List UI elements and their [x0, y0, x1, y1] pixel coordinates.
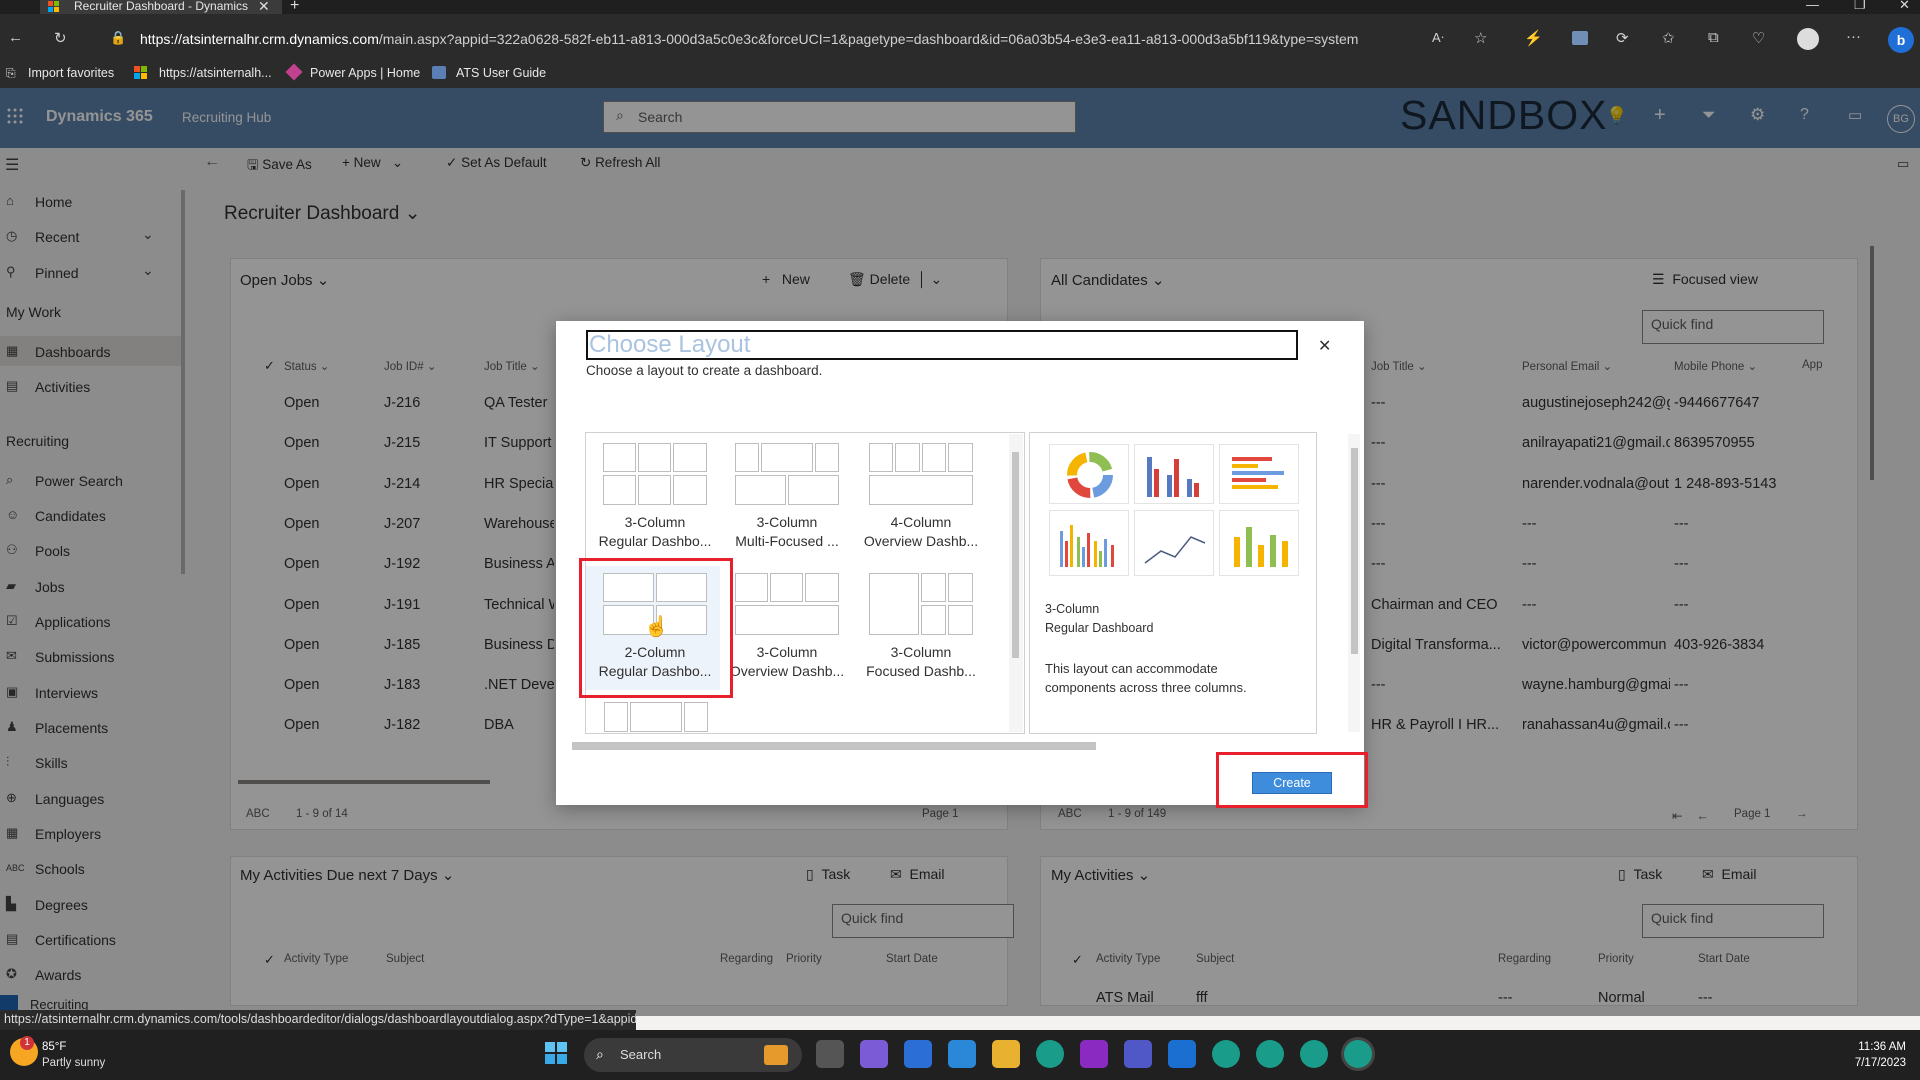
layout-3col-multi-focused[interactable]: 3-Column Multi-Focused ...	[722, 443, 852, 551]
start-icon[interactable]	[545, 1042, 567, 1064]
dialog-hscroll[interactable]	[572, 740, 1342, 752]
layout-thumb	[869, 443, 973, 505]
status-url: https://atsinternalhr.crm.dynamics.com/t…	[0, 1010, 636, 1030]
layout-label-2: Overview Dashb...	[729, 663, 845, 679]
layout-next-row-partial[interactable]	[604, 702, 708, 732]
weather-desc[interactable]: Partly sunny	[42, 1057, 105, 1069]
guide-icon	[432, 66, 446, 79]
preview-donut-chart-icon	[1049, 444, 1129, 504]
extension-icon[interactable]: ⚡	[1524, 29, 1543, 47]
layout-thumb	[735, 443, 839, 505]
url-field[interactable]: https://atsinternalhr.crm.dynamics.com/m…	[140, 31, 1400, 47]
layout-label-2: Multi-Focused ...	[735, 533, 839, 549]
browser-tab[interactable]: Recruiter Dashboard - Dynamics	[40, 0, 282, 14]
profile-avatar[interactable]	[1797, 28, 1819, 50]
weather-temp[interactable]: 85°F	[42, 1041, 66, 1053]
preview-vscroll-thumb[interactable]	[1351, 448, 1358, 654]
layout-label-1: 4-Column	[890, 514, 952, 530]
edge-active-icon[interactable]	[1344, 1040, 1372, 1068]
layout-label-2: Focused Dashb...	[866, 663, 976, 679]
tab-title: Recruiter Dashboard - Dynamics	[74, 0, 249, 13]
fav-import[interactable]: Import favorites	[28, 66, 114, 80]
teams-icon[interactable]	[1124, 1040, 1152, 1068]
layout-label-1: 3-Column	[756, 644, 818, 660]
preview-bar-chart-icon	[1134, 444, 1214, 504]
import-icon: ⎘	[6, 66, 16, 80]
preview-line-chart-icon	[1134, 510, 1214, 576]
teams-chat-icon[interactable]	[860, 1040, 888, 1068]
layout-label-1: 3-Column	[756, 514, 818, 530]
edge-2-icon[interactable]	[1212, 1040, 1240, 1068]
refresh-icon[interactable]: ↻	[54, 29, 67, 47]
fav-power-apps[interactable]: Power Apps | Home	[310, 66, 420, 80]
dialog-hscroll-thumb[interactable]	[572, 742, 1096, 750]
dialog-close-icon[interactable]: ✕	[1318, 336, 1331, 356]
preview-description: This layout can accommodate components a…	[1045, 661, 1247, 695]
favorite-star-icon[interactable]: ☆	[1474, 29, 1487, 47]
search-highlight-icon	[764, 1045, 788, 1065]
layout-label-2: Overview Dashb...	[863, 533, 979, 549]
dropbox-icon[interactable]	[904, 1040, 932, 1068]
ms-logo-icon	[134, 66, 147, 79]
task-view-icon[interactable]	[816, 1040, 844, 1068]
layout-label-1: 3-Column	[624, 514, 686, 530]
close-window-icon[interactable]: ✕	[1899, 0, 1910, 13]
onenote-icon[interactable]	[1080, 1040, 1108, 1068]
url-path: /main.aspx?appid=322a0628-582f-eb11-a813…	[378, 31, 1359, 47]
layout-label-2: Regular Dashbo...	[598, 533, 712, 549]
preview-title-1: 3-Column	[1045, 602, 1100, 616]
layout-list-vscroll-thumb[interactable]	[1012, 452, 1019, 658]
more-icon[interactable]: ···	[1846, 28, 1861, 45]
edge-4-icon[interactable]	[1300, 1040, 1328, 1068]
windows-logo-icon	[48, 1, 59, 12]
extension-2-icon[interactable]	[1572, 31, 1588, 45]
taskbar-search[interactable]: ⌕ Search	[584, 1038, 802, 1072]
favorites-icon[interactable]: ✩	[1662, 29, 1675, 47]
dialog-subtitle: Choose a layout to create a dashboard.	[586, 363, 823, 378]
clock-date[interactable]: 7/17/2023	[1824, 1057, 1906, 1069]
bing-icon[interactable]: b	[1888, 27, 1914, 53]
layout-list-vscroll[interactable]	[1009, 434, 1023, 732]
taskbar-search-label: Search	[620, 1047, 662, 1062]
file-explorer-icon[interactable]	[992, 1040, 1020, 1068]
notepad-icon[interactable]	[948, 1040, 976, 1068]
clock-time[interactable]: 11:36 AM	[1824, 1041, 1906, 1053]
close-tab-icon[interactable]: ✕	[258, 0, 270, 15]
url-host: https://atsinternalhr.crm.dynamics.com	[140, 31, 379, 47]
preview-hbar-chart-icon	[1219, 444, 1299, 504]
preview-vscroll[interactable]	[1348, 434, 1360, 732]
back-icon[interactable]: ←	[8, 29, 23, 46]
outlook-icon[interactable]	[1168, 1040, 1196, 1068]
edge-icon[interactable]	[1036, 1040, 1064, 1068]
sync-icon[interactable]: ⟳	[1616, 29, 1629, 47]
highlight-create-box	[1216, 752, 1368, 808]
layout-thumb	[869, 573, 973, 635]
preview-title-2: Regular Dashboard	[1045, 621, 1154, 635]
layout-thumb	[603, 443, 707, 505]
layout-thumb	[735, 573, 839, 635]
taskbar-search-icon: ⌕	[596, 1046, 604, 1062]
edge-3-icon[interactable]	[1256, 1040, 1284, 1068]
heart-icon[interactable]: ♡	[1752, 29, 1765, 47]
layout-3col-focused[interactable]: 3-Column Focused Dashb...	[856, 573, 986, 681]
minimize-icon[interactable]: —	[1806, 0, 1819, 12]
preview-stacked-chart-icon	[1219, 510, 1299, 576]
fav-ats[interactable]: https://atsinternalh...	[159, 66, 272, 80]
fav-user-guide[interactable]: ATS User Guide	[456, 66, 546, 80]
browser-tab-strip	[0, 0, 1920, 14]
collections-icon[interactable]: ⧉	[1708, 29, 1719, 46]
layout-3col-overview[interactable]: 3-Column Overview Dashb...	[722, 573, 852, 681]
mouse-cursor-icon: ☝	[644, 616, 669, 638]
layout-3col-regular[interactable]: 3-Column Regular Dashbo...	[590, 443, 720, 551]
lock-icon: 🔒	[110, 30, 127, 45]
new-tab-icon[interactable]: +	[290, 0, 299, 15]
restore-icon[interactable]: ❐	[1854, 0, 1866, 13]
layout-label-1: 3-Column	[890, 644, 952, 660]
layout-4col-overview[interactable]: 4-Column Overview Dashb...	[856, 443, 986, 551]
dialog-title: Choose Layout	[586, 330, 1298, 360]
read-aloud-icon[interactable]: Aᐧ	[1432, 30, 1444, 46]
preview-column-chart-icon	[1049, 510, 1129, 576]
weather-badge: 1	[20, 1036, 34, 1050]
